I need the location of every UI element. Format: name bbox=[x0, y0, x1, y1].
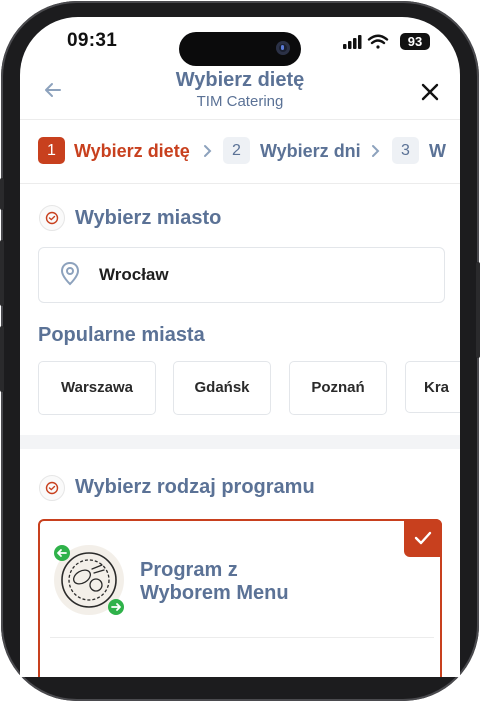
program-card-selected[interactable]: Program z Wyborem Menu bbox=[38, 519, 442, 677]
step-3-label[interactable]: W bbox=[429, 141, 446, 162]
city-section-check bbox=[39, 205, 65, 231]
card-divider bbox=[50, 637, 434, 638]
chevron-right-icon bbox=[372, 145, 380, 157]
step-1-label[interactable]: Wybierz dietę bbox=[74, 141, 190, 162]
close-icon[interactable] bbox=[420, 82, 440, 102]
page-title: Wybierz dietę bbox=[175, 69, 305, 91]
checkmark-icon bbox=[414, 531, 432, 545]
program-section-title: Wybierz rodzaj programu bbox=[75, 476, 315, 498]
volume-up-button bbox=[0, 240, 4, 306]
popular-cities-title: Popularne miasta bbox=[38, 324, 205, 346]
city-input[interactable]: Wrocław bbox=[38, 247, 445, 303]
header-divider bbox=[20, 119, 460, 120]
steps-divider bbox=[20, 183, 460, 184]
section-separator bbox=[20, 435, 460, 449]
step-2-label[interactable]: Wybierz dni bbox=[260, 141, 361, 162]
step-1-number[interactable]: 1 bbox=[38, 137, 65, 164]
check-circle-icon bbox=[45, 481, 59, 495]
front-camera bbox=[276, 41, 290, 55]
page-subtitle: TIM Catering bbox=[196, 93, 284, 110]
status-bar: 09:31 93 bbox=[20, 17, 460, 67]
menu-choice-icon bbox=[54, 545, 124, 615]
check-circle-icon bbox=[45, 211, 59, 225]
signal-wifi-icons bbox=[343, 34, 389, 49]
step-3-number[interactable]: 3 bbox=[392, 137, 419, 164]
signal-icon bbox=[343, 35, 362, 49]
city-chip-gdansk[interactable]: Gdańsk bbox=[173, 361, 271, 415]
step-2-number[interactable]: 2 bbox=[223, 137, 250, 164]
power-button bbox=[476, 262, 480, 358]
battery-indicator: 93 bbox=[400, 33, 430, 50]
city-chip-poznan[interactable]: Poznań bbox=[289, 361, 387, 415]
city-chip-krakow[interactable]: Kra bbox=[405, 361, 460, 413]
chevron-right-icon bbox=[204, 145, 212, 157]
location-pin-icon bbox=[60, 261, 80, 286]
silent-switch bbox=[0, 178, 4, 210]
program-card-title: Program z Wyborem Menu bbox=[140, 559, 289, 604]
city-chip-warszawa[interactable]: Warszawa bbox=[38, 361, 156, 415]
city-input-value: Wrocław bbox=[99, 265, 169, 284]
app-screen: 09:31 93 Wybierz dietę TIM Catering 1 Wy… bbox=[20, 17, 460, 677]
volume-down-button bbox=[0, 326, 4, 392]
program-section-check bbox=[39, 475, 65, 501]
selected-check-badge bbox=[404, 519, 442, 557]
city-section-title: Wybierz miasto bbox=[75, 207, 222, 229]
wifi-icon bbox=[367, 34, 389, 49]
status-time: 09:31 bbox=[67, 30, 118, 51]
